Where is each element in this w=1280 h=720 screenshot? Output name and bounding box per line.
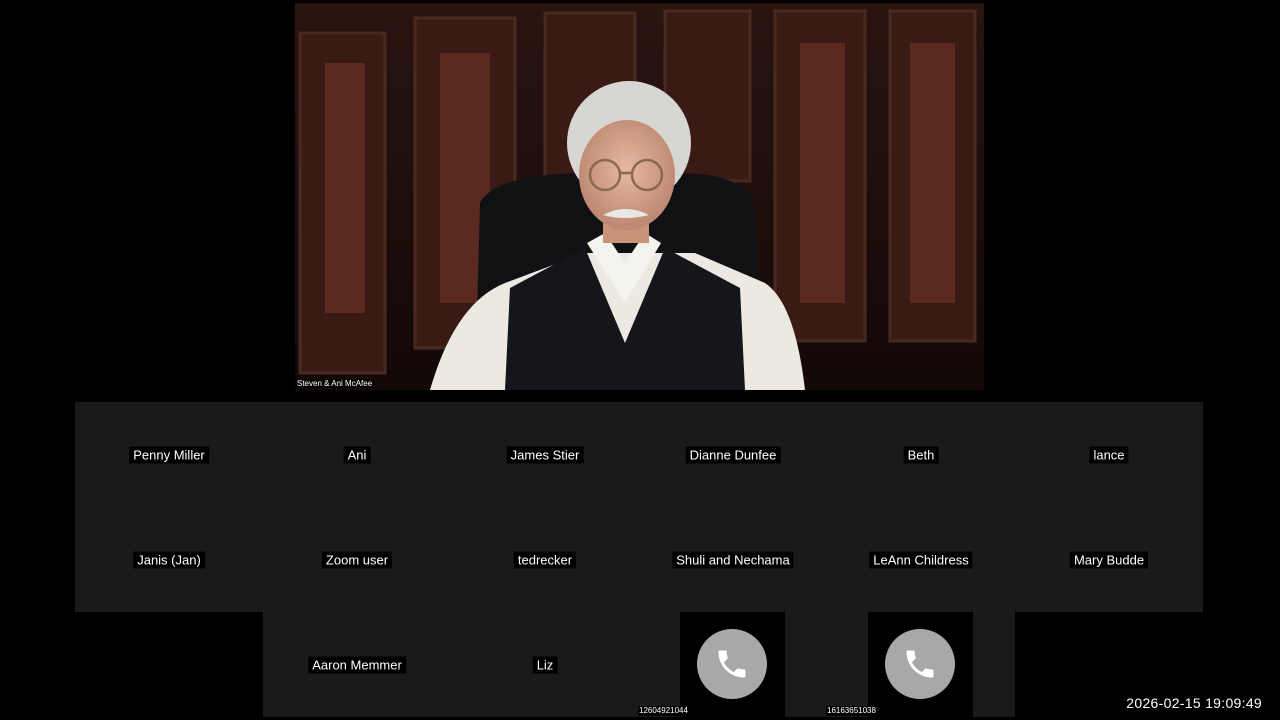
participant-name: Beth (903, 446, 939, 463)
participant-tile[interactable]: Dianne Dunfee (639, 402, 827, 507)
participant-tile[interactable]: Shuli and Nechama (639, 507, 827, 612)
phone-avatar-area: 12604921044 (638, 612, 785, 717)
participant-name: James Stier (506, 446, 584, 463)
participant-name: Shuli and Nechama (672, 551, 794, 568)
phone-icon (906, 650, 934, 678)
phone-number-label: 16163651038 (826, 706, 877, 716)
participant-name: tedrecker (513, 551, 577, 568)
phone-icon (718, 650, 746, 678)
speaker-video[interactable]: Steven & Ani McAfee (295, 3, 984, 390)
participant-name: Mary Budde (1069, 551, 1149, 568)
participant-tile[interactable]: Mary Budde (1015, 507, 1203, 612)
participant-tile[interactable]: lance (1015, 402, 1203, 507)
phone-avatar-area: 16163651038 (826, 612, 973, 717)
participant-tile[interactable]: LeAnn Childress (827, 507, 1015, 612)
participant-name: Penny Miller (129, 446, 209, 463)
participant-tile[interactable]: Zoom user (263, 507, 451, 612)
phone-avatar (885, 629, 955, 699)
phone-avatar (697, 629, 767, 699)
phone-participant-tile[interactable]: 12604921044 (638, 612, 827, 717)
participant-name: lance (1089, 446, 1129, 463)
participant-name: Dianne Dunfee (685, 446, 781, 463)
participant-name: LeAnn Childress (869, 551, 973, 568)
participant-name: Liz (532, 656, 558, 673)
phone-number-label: 12604921044 (638, 706, 689, 716)
participant-tile[interactable]: Penny Miller (75, 402, 263, 507)
participant-tile[interactable]: tedrecker (451, 507, 639, 612)
participant-tile[interactable]: Aaron Memmer (263, 612, 451, 717)
participant-tile[interactable]: Ani (263, 402, 451, 507)
participant-tile[interactable]: Janis (Jan) (75, 507, 263, 612)
participant-name: Janis (Jan) (133, 551, 205, 568)
participant-tile[interactable]: Beth (827, 402, 1015, 507)
phone-participant-tile[interactable]: 16163651038 (826, 612, 1015, 717)
meeting-stage: Steven & Ani McAfee Penny Miller Ani Jam… (0, 0, 1280, 720)
participant-name: Ani (343, 446, 371, 463)
recording-timestamp: 2026-02-15 19:09:49 (1126, 695, 1262, 711)
participant-name: Aaron Memmer (308, 656, 406, 673)
participant-name: Zoom user (321, 551, 393, 568)
participant-tile[interactable]: Liz (451, 612, 639, 717)
speaker-video-frame (295, 3, 984, 390)
participant-tile[interactable]: James Stier (451, 402, 639, 507)
speaker-name-label: Steven & Ani McAfee (295, 379, 375, 388)
